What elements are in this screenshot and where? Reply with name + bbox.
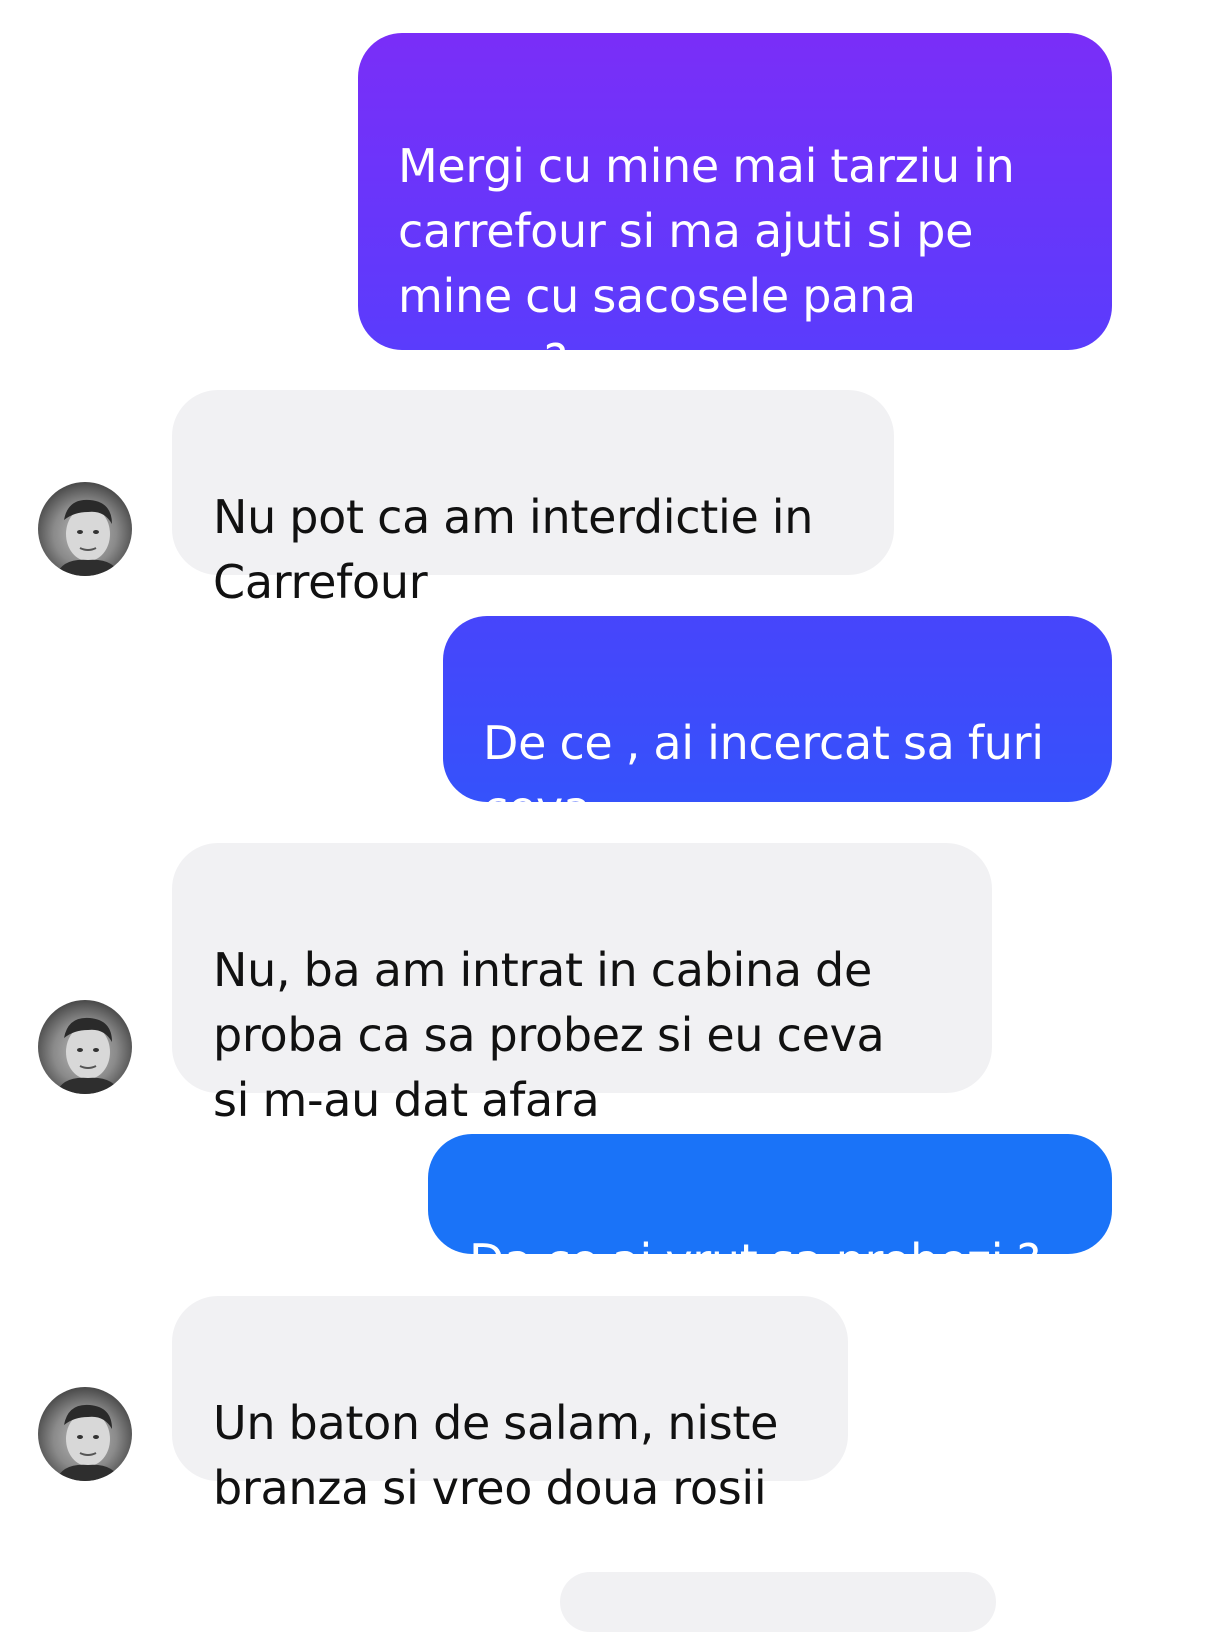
message-text: Mergi cu mine mai tarziu in carrefour si… (398, 139, 1015, 388)
chat-thread: Mergi cu mine mai tarziu in carrefour si… (0, 0, 1216, 1632)
message-text: Un baton de salam, niste branza si vreo … (213, 1396, 779, 1515)
outgoing-message-bubble[interactable]: De ce , ai incercat sa furi ceva (443, 616, 1112, 835)
person-photo-icon (56, 1404, 120, 1481)
message-text: De ce , ai incercat sa furi ceva (483, 716, 1044, 835)
contact-avatar-icon[interactable] (38, 1000, 132, 1094)
incoming-message-bubble[interactable]: Un baton de salam, niste branza si vreo … (172, 1296, 848, 1515)
contact-avatar-icon[interactable] (38, 482, 132, 576)
person-photo-icon (56, 1017, 120, 1094)
message-text: Nu pot ca am interdictie in Carrefour (213, 490, 814, 609)
message-text: Nu, ba am intrat in cabina de proba ca s… (213, 943, 885, 1127)
outgoing-message-bubble[interactable]: Da ce ai vrut sa probezi ? (428, 1134, 1112, 1288)
incoming-message-bubble-partial[interactable] (560, 1572, 996, 1632)
contact-avatar-icon[interactable] (38, 1387, 132, 1481)
outgoing-message-bubble[interactable]: Mergi cu mine mai tarziu in carrefour si… (358, 33, 1112, 388)
person-photo-icon (56, 499, 120, 576)
incoming-message-bubble[interactable]: Nu, ba am intrat in cabina de proba ca s… (172, 843, 992, 1127)
incoming-message-bubble[interactable]: Nu pot ca am interdictie in Carrefour (172, 390, 894, 609)
message-text: Da ce ai vrut sa probezi ? (469, 1234, 1041, 1288)
